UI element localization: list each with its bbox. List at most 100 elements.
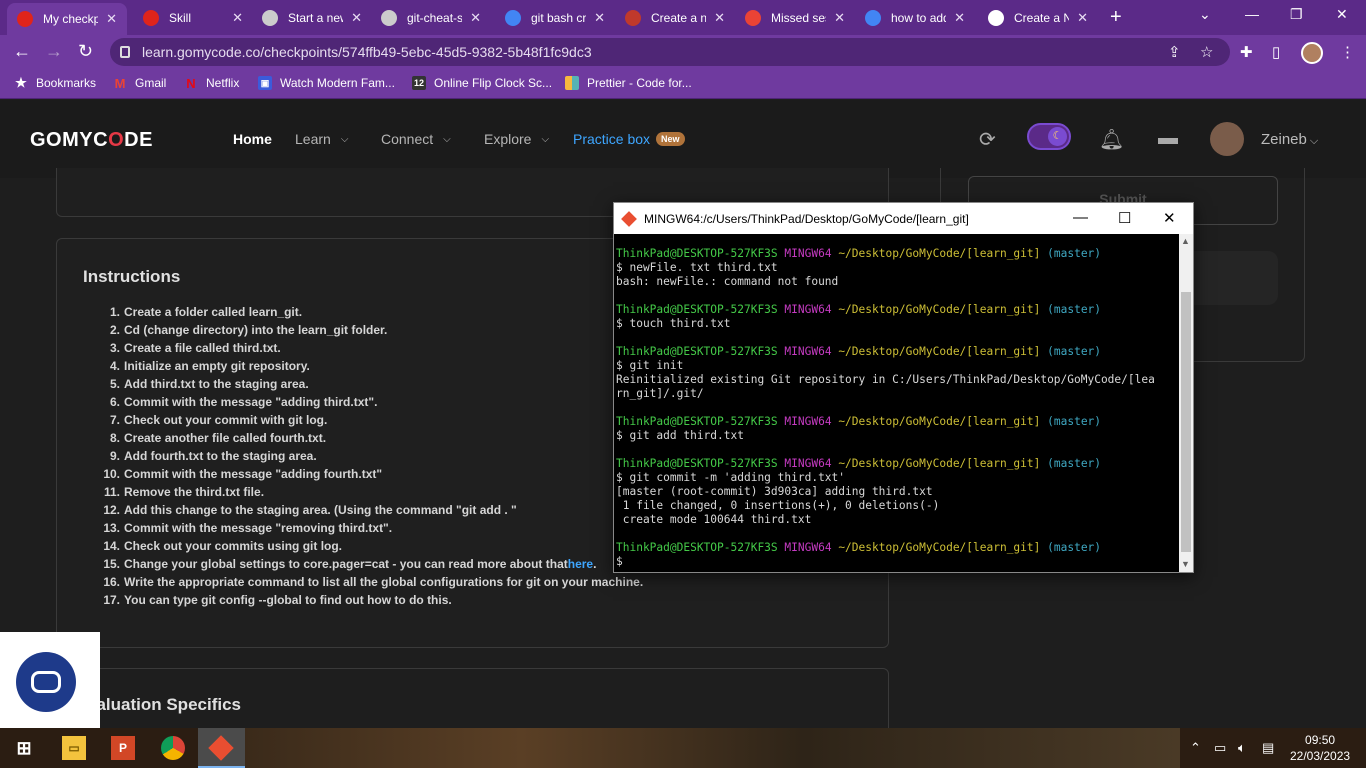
prompt-branch: (master) [1047, 457, 1102, 470]
close-tab-icon[interactable]: ✕ [1077, 10, 1088, 26]
nav-learn[interactable]: Learn ⌵ [295, 131, 348, 147]
bookmark-gmail[interactable]: M Gmail [113, 76, 167, 91]
close-window-icon[interactable]: ✕ [1336, 6, 1348, 23]
terminal-line: bash: newFile.: command not found [616, 275, 1179, 289]
nav-explore-label: Explore [484, 131, 532, 147]
instruction-number: 14. [103, 539, 120, 553]
side-panel-icon[interactable]: ▯ [1272, 43, 1280, 61]
minimize-icon[interactable]: — [1245, 6, 1259, 22]
bookmark-flip-clock[interactable]: 12 Online Flip Clock Sc... [412, 76, 552, 90]
system-clock[interactable]: 09:50 22/03/2023 [1290, 732, 1350, 764]
close-tab-icon[interactable]: ✕ [351, 10, 362, 26]
prompt-env: MINGW64 [784, 457, 832, 470]
user-menu[interactable]: Zeineb ⌵ [1261, 131, 1318, 148]
terminal-minimize-icon[interactable]: — [1073, 209, 1088, 226]
terminal-scrollbar[interactable]: ▲ ▼ [1179, 234, 1193, 572]
windows-start-icon[interactable]: ⊞ [12, 736, 36, 760]
share-icon[interactable]: ⇪ [1168, 43, 1181, 61]
close-tab-icon[interactable]: ✕ [714, 10, 725, 26]
close-tab-icon[interactable]: ✕ [594, 10, 605, 26]
close-tab-icon[interactable]: ✕ [954, 10, 965, 26]
close-tab-icon[interactable]: ✕ [232, 10, 243, 26]
instruction-link[interactable]: here [568, 557, 593, 575]
bookmark-modern-family[interactable]: ▣ Watch Modern Fam... [258, 76, 395, 90]
notifications-icon[interactable]: ▤ [1262, 740, 1274, 756]
terminal-title: MINGW64:/c/Users/ThinkPad/Desktop/GoMyCo… [644, 211, 969, 226]
tab-search-icon[interactable]: ⌄ [1199, 6, 1211, 23]
browser-tab[interactable]: Create a N ✕ [978, 3, 1098, 32]
close-tab-icon[interactable]: ✕ [470, 10, 481, 26]
browser-profile-avatar[interactable] [1301, 42, 1323, 64]
new-tab-button[interactable]: + [1110, 6, 1122, 29]
chat-widget-button[interactable] [16, 652, 76, 712]
tab-title: Start a new [288, 10, 344, 25]
git-icon [621, 210, 637, 227]
battery-icon[interactable]: ▭ [1214, 740, 1226, 756]
nav-explore[interactable]: Explore ⌵ [484, 131, 549, 147]
tv-icon: ▣ [258, 76, 272, 90]
dark-mode-toggle[interactable]: ☾ [1027, 123, 1071, 150]
username-label: Zeineb [1261, 131, 1307, 148]
nav-connect[interactable]: Connect ⌵ [381, 131, 451, 147]
file-explorer-icon[interactable]: ▭ [62, 736, 86, 760]
terminal-text: Reinitialized existing Git repository in… [616, 373, 1155, 386]
bookmark-star-icon[interactable]: ☆ [1200, 43, 1213, 61]
globe-icon [381, 9, 397, 26]
browser-tab[interactable]: git-cheat-s ✕ [371, 3, 491, 32]
scrollbar-thumb[interactable] [1181, 292, 1191, 552]
git-bash-window[interactable]: MINGW64:/c/Users/ThinkPad/Desktop/GoMyCo… [613, 202, 1194, 573]
browser-tab[interactable]: Create a ne ✕ [615, 3, 735, 32]
bookmark-prettier[interactable]: Prettier - Code for... [565, 76, 692, 90]
nav-home[interactable]: Home [233, 131, 272, 147]
restore-icon[interactable]: ❐ [1290, 6, 1303, 23]
instruction-number: 13. [103, 521, 120, 535]
extensions-icon[interactable]: ✚ [1240, 43, 1253, 61]
powerpoint-icon[interactable]: P [111, 736, 135, 760]
terminal-close-icon[interactable]: ✕ [1163, 209, 1176, 227]
browser-tab[interactable]: Missed ses ✕ [735, 3, 855, 32]
forward-icon[interactable]: → [45, 41, 63, 62]
user-avatar[interactable] [1210, 122, 1244, 156]
bookmark-label: Bookmarks [36, 76, 97, 90]
prompt-path: ~/Desktop/GoMyCode/[learn_git] [838, 345, 1041, 358]
address-bar[interactable]: learn.gomycode.co/checkpoints/574ffb49-5… [110, 38, 1230, 66]
bell-icon[interactable]: 🔔︎ [1099, 127, 1124, 152]
nav-home-label: Home [233, 131, 272, 147]
volume-icon[interactable]: 🔈︎ [1238, 740, 1246, 756]
chrome-icon[interactable] [161, 736, 185, 760]
gomycode-logo[interactable]: GOMYCODE [30, 129, 153, 152]
evaluation-title: valuation Specifics [87, 695, 241, 714]
terminal-titlebar[interactable]: MINGW64:/c/Users/ThinkPad/Desktop/GoMyCo… [614, 203, 1193, 234]
instruction-number: 9. [109, 449, 120, 463]
scroll-up-icon[interactable]: ▲ [1181, 236, 1190, 246]
bookmark-label: Gmail [135, 76, 167, 90]
menu-icon[interactable]: ⋮ [1340, 43, 1355, 61]
tab-title: Missed ses [771, 10, 827, 25]
reload-icon[interactable]: ↻ [78, 41, 93, 62]
terminal-maximize-icon[interactable]: ☐ [1118, 209, 1131, 227]
browser-tab[interactable]: My checkp ✕ [7, 3, 127, 35]
browser-tab[interactable]: Skill ✕ [133, 3, 253, 32]
nav-practice-box[interactable]: Practice box New [573, 131, 685, 147]
tab-title: git-cheat-s [407, 10, 463, 25]
instruction-text: Create a folder called learn_git. [124, 305, 303, 319]
prompt-env: MINGW64 [784, 541, 832, 554]
browser-tab[interactable]: git bash cr ✕ [495, 3, 615, 32]
tray-chevron-icon[interactable]: ⌃ [1190, 740, 1201, 756]
tab-title: git bash cr [531, 10, 587, 25]
browser-tab[interactable]: Start a new ✕ [252, 3, 372, 32]
netflix-icon: N [186, 75, 196, 91]
logo-text-end: DE [124, 129, 153, 151]
close-tab-icon[interactable]: ✕ [834, 10, 845, 26]
tab-title: Create a N [1014, 10, 1070, 25]
close-tab-icon[interactable]: ✕ [106, 11, 117, 27]
scroll-down-icon[interactable]: ▼ [1181, 559, 1190, 569]
instruction-number: 4. [109, 359, 120, 373]
bookmark-bookmarks[interactable]: ★ Bookmarks [14, 75, 97, 90]
terminal-output[interactable]: ThinkPad@DESKTOP-527KF3S MINGW64 ~/Deskt… [614, 234, 1179, 572]
refresh-icon[interactable]: ⟳ [979, 127, 996, 152]
browser-tab[interactable]: how to add ✕ [855, 3, 975, 32]
bookmark-netflix[interactable]: N Netflix [184, 75, 239, 91]
chat-icon[interactable]: ▬ [1158, 127, 1178, 150]
back-icon[interactable]: ← [13, 41, 31, 62]
